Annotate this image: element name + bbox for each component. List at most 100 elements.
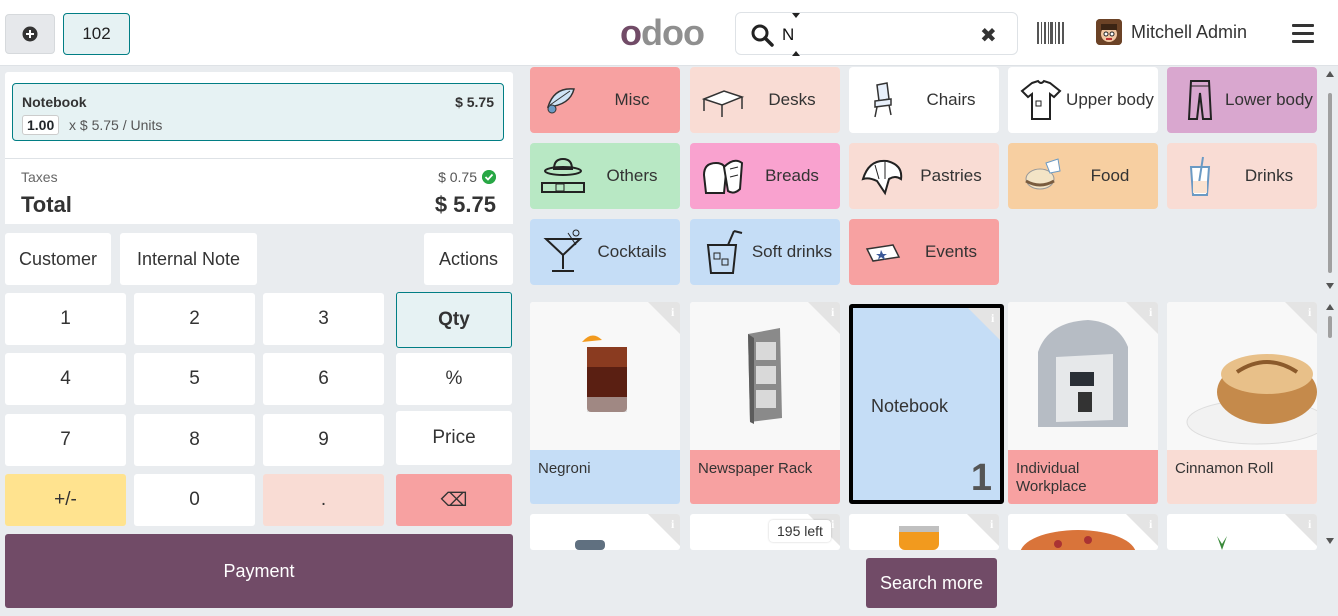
product-card[interactable]: i: [849, 514, 999, 550]
category-lower-body[interactable]: Lower body: [1167, 67, 1317, 133]
product-card[interactable]: i: [530, 514, 680, 550]
product-card-newspaper-rack[interactable]: i Newspaper Rack: [690, 302, 840, 504]
numpad-key-dot[interactable]: .: [263, 474, 384, 526]
ticket-icon: [865, 244, 901, 262]
products-scrollbar[interactable]: [1324, 300, 1336, 550]
info-icon[interactable]: i: [648, 514, 680, 546]
numpad-key-6[interactable]: 6: [263, 353, 384, 405]
category-label: Events: [925, 242, 977, 261]
product-qty-badge: 1: [970, 457, 992, 499]
category-breads[interactable]: Breads: [690, 143, 840, 209]
product-card[interactable]: i: [1008, 514, 1158, 550]
product-card-cinnamon-roll[interactable]: i Cinnamon Roll: [1167, 302, 1317, 504]
user-avatar: [1096, 19, 1122, 45]
backspace-button[interactable]: ⌫: [396, 474, 512, 526]
product-name: Notebook: [871, 396, 949, 416]
category-label: Upper body: [1066, 90, 1154, 109]
product-image: [575, 540, 605, 550]
odoo-logo: odoo: [620, 12, 705, 53]
burger-icon: [1025, 158, 1061, 190]
clear-search-icon[interactable]: ✖: [980, 23, 997, 48]
category-label: Pastries: [920, 166, 982, 185]
top-bar: 102 odoo N ✖ Mitchell Admin: [0, 0, 1338, 66]
total-label: Total: [21, 192, 72, 217]
search-more-button[interactable]: Search more: [866, 558, 997, 608]
trousers-icon: [1187, 80, 1213, 120]
actions-button[interactable]: Actions: [424, 233, 513, 285]
category-events[interactable]: Events: [849, 219, 999, 285]
check-circle-icon: [482, 170, 496, 184]
desk-icon: [701, 90, 745, 117]
info-icon[interactable]: i: [967, 514, 999, 546]
info-icon[interactable]: i: [1285, 514, 1317, 546]
order-line-qty: 1.00: [22, 115, 60, 135]
numpad-key-7[interactable]: 7: [5, 414, 126, 466]
taxes-label: Taxes: [21, 169, 58, 185]
category-label: Chairs: [926, 90, 976, 109]
numpad-key-9[interactable]: 9: [263, 414, 384, 466]
category-label: Others: [606, 166, 658, 185]
category-misc[interactable]: Misc: [530, 67, 680, 133]
info-icon[interactable]: i: [648, 302, 680, 334]
category-chairs[interactable]: Chairs: [849, 67, 999, 133]
numpad-key-3[interactable]: 3: [263, 293, 384, 345]
search-icon: [751, 24, 774, 47]
product-card[interactable]: i: [1167, 514, 1317, 550]
product-name: Cinnamon Roll: [1167, 450, 1317, 504]
category-drinks[interactable]: Drinks: [1167, 143, 1317, 209]
price-mode-button[interactable]: Price: [396, 411, 512, 465]
info-icon[interactable]: i: [968, 308, 1000, 340]
order-tab-button[interactable]: 102: [63, 13, 130, 55]
info-icon[interactable]: i: [1126, 302, 1158, 334]
internal-note-button[interactable]: Internal Note: [120, 233, 257, 285]
category-desks[interactable]: Desks: [690, 67, 840, 133]
product-card-negroni[interactable]: i Negroni: [530, 302, 680, 504]
info-icon[interactable]: i: [808, 302, 840, 334]
category-label: Desks: [768, 90, 816, 109]
barcode-icon[interactable]: [1037, 22, 1064, 44]
product-name: Individual Workplace: [1008, 450, 1158, 504]
category-label: Misc: [614, 90, 650, 109]
category-cocktails[interactable]: Cocktails: [530, 219, 680, 285]
cocktail-icon: [543, 229, 583, 272]
category-label: Lower body: [1225, 90, 1313, 109]
category-soft-drinks[interactable]: Soft drinks: [690, 219, 840, 285]
categories-scrollbar[interactable]: [1324, 67, 1336, 294]
soft-drink-icon: [706, 230, 743, 274]
new-order-button[interactable]: [5, 14, 55, 54]
menu-hamburger-icon[interactable]: [1292, 24, 1314, 43]
payment-button[interactable]: Payment: [5, 534, 513, 608]
product-search-bar[interactable]: N ✖: [735, 12, 1018, 56]
category-others[interactable]: Others: [530, 143, 680, 209]
category-pastries[interactable]: Pastries: [849, 143, 999, 209]
product-image: [1020, 530, 1136, 550]
order-line-selected[interactable]: Notebook $ 5.75 1.00 x $ 5.75 / Units: [12, 83, 504, 141]
misc-icon: [546, 88, 575, 114]
numpad-key-plus-minus[interactable]: +/-: [5, 474, 126, 526]
numpad-key-0[interactable]: 0: [134, 474, 255, 526]
order-line-unit-price: x $ 5.75 / Units: [69, 117, 163, 133]
hat-belt-icon: [541, 157, 585, 193]
qty-mode-button[interactable]: Qty: [396, 292, 512, 348]
product-card-individual-workplace[interactable]: i Individual Workplace: [1008, 302, 1158, 504]
text-cursor-icon: [792, 13, 800, 56]
discount-mode-button[interactable]: %: [396, 353, 512, 405]
user-menu[interactable]: Mitchell Admin: [1096, 19, 1247, 45]
numpad-key-2[interactable]: 2: [134, 293, 255, 345]
category-label: Food: [1090, 166, 1130, 185]
taxes-value: $ 0.75: [438, 169, 477, 185]
numpad-key-5[interactable]: 5: [134, 353, 255, 405]
category-food[interactable]: Food: [1008, 143, 1158, 209]
category-label: Breads: [765, 166, 819, 185]
product-card-notebook[interactable]: i Notebook 1: [849, 304, 1004, 504]
numpad-key-8[interactable]: 8: [134, 414, 255, 466]
numpad-key-1[interactable]: 1: [5, 293, 126, 345]
numpad-key-4[interactable]: 4: [5, 353, 126, 405]
customer-button[interactable]: Customer: [5, 233, 111, 285]
drink-icon: [1189, 156, 1211, 196]
info-icon[interactable]: i: [1285, 302, 1317, 334]
bread-icon: [702, 159, 744, 194]
croissant-icon: [861, 159, 903, 196]
product-image: [899, 526, 939, 550]
category-upper-body[interactable]: Upper body: [1008, 67, 1158, 133]
